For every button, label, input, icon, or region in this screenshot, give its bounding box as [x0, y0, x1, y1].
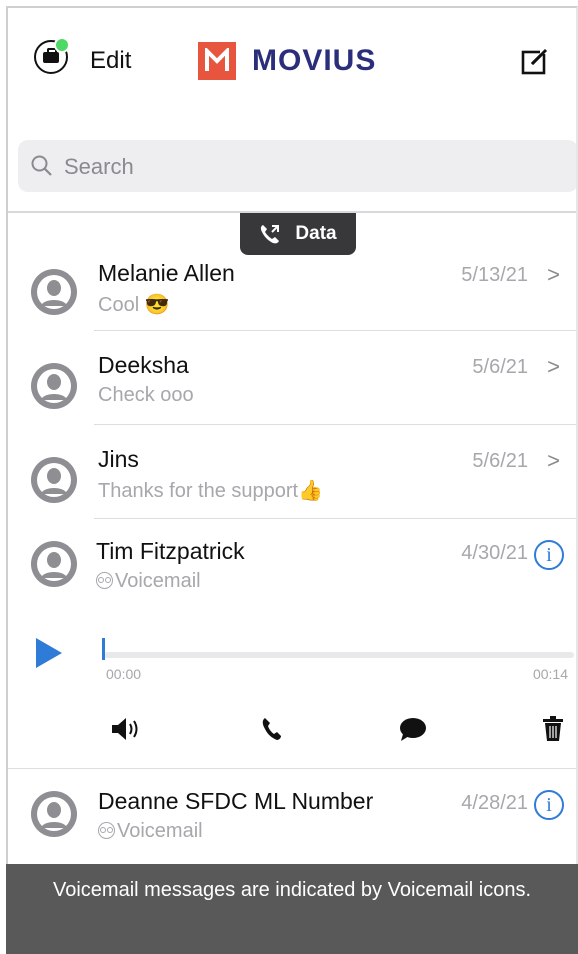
avatar-icon — [31, 457, 77, 503]
message-preview: Voicemail — [98, 820, 203, 843]
message-preview: Check ooo — [98, 384, 194, 406]
voicemail-icon — [96, 572, 113, 589]
movius-logo: MOVIUS — [198, 41, 376, 81]
message-date: 5/13/21 — [461, 264, 528, 286]
contact-name: Tim Fitzpatrick — [96, 538, 245, 564]
message-date: 4/30/21 — [461, 542, 528, 564]
playback-slider[interactable] — [104, 652, 574, 658]
search-input[interactable] — [62, 148, 546, 186]
voicemail-icon — [98, 822, 115, 839]
slider-thumb[interactable] — [102, 638, 105, 660]
message-date: 5/6/21 — [472, 356, 528, 378]
data-badge-label: Data — [295, 223, 337, 244]
avatar-icon — [31, 791, 77, 837]
avatar-icon — [31, 363, 77, 409]
conversation-row[interactable]: Jins Thanks for the support👍 5/6/21 > — [8, 442, 576, 520]
data-badge: Data — [240, 213, 356, 255]
search-icon — [30, 154, 54, 183]
row-separator — [94, 424, 576, 425]
edit-button[interactable]: Edit — [90, 47, 131, 75]
phone-icon[interactable] — [260, 716, 284, 742]
phone-call-icon — [261, 225, 280, 244]
row-separator — [94, 518, 576, 519]
voicemail-player: 00:00 00:14 — [8, 626, 576, 750]
speaker-icon[interactable] — [110, 716, 144, 742]
movius-logo-mark — [198, 42, 236, 80]
message-date: 4/28/21 — [461, 792, 528, 814]
row-separator — [94, 330, 576, 331]
message-preview: Thanks for the support👍 — [98, 480, 324, 502]
message-preview: Cool 😎 — [98, 294, 170, 316]
caption-banner: Voicemail messages are indicated by Voic… — [6, 864, 578, 954]
search-bar[interactable] — [18, 140, 576, 192]
contact-name: Jins — [98, 446, 139, 472]
avatar-icon — [31, 541, 77, 587]
contact-name: Deanne SFDC ML Number — [98, 788, 374, 814]
voicemail-row[interactable]: Tim Fitzpatrick Voicemail 4/30/21 i — [8, 536, 576, 624]
contact-name: Deeksha — [98, 352, 189, 378]
voicemail-row[interactable]: Deanne SFDC ML Number Voicemail 4/28/21 … — [8, 784, 576, 870]
status-dot — [54, 37, 70, 53]
duration: 00:14 — [532, 666, 568, 682]
avatar-icon — [31, 269, 77, 315]
brand-name: MOVIUS — [252, 44, 377, 77]
compose-icon[interactable] — [520, 46, 550, 76]
chevron-right-icon[interactable]: > — [547, 354, 560, 380]
contact-name: Melanie Allen — [98, 260, 235, 286]
chevron-right-icon[interactable]: > — [547, 262, 560, 288]
app-screen: Edit MOVIUS Data Melanie Allen Cool 😎 5/… — [6, 6, 578, 954]
briefcase-icon[interactable] — [34, 37, 70, 74]
message-date: 5/6/21 — [472, 450, 528, 472]
message-preview: Voicemail — [96, 570, 201, 593]
play-icon[interactable] — [36, 638, 62, 668]
trash-icon[interactable] — [542, 716, 564, 742]
row-separator — [8, 768, 576, 769]
conversation-row[interactable]: Melanie Allen Cool 😎 5/13/21 > — [8, 254, 576, 332]
chat-icon[interactable] — [398, 716, 428, 742]
top-bar: Edit MOVIUS — [8, 8, 576, 128]
chevron-right-icon[interactable]: > — [547, 448, 560, 474]
info-icon[interactable]: i — [534, 540, 564, 570]
conversation-row[interactable]: Deeksha Check ooo 5/6/21 > — [8, 348, 576, 426]
info-icon[interactable]: i — [534, 790, 564, 820]
current-time: 00:00 — [106, 666, 142, 682]
